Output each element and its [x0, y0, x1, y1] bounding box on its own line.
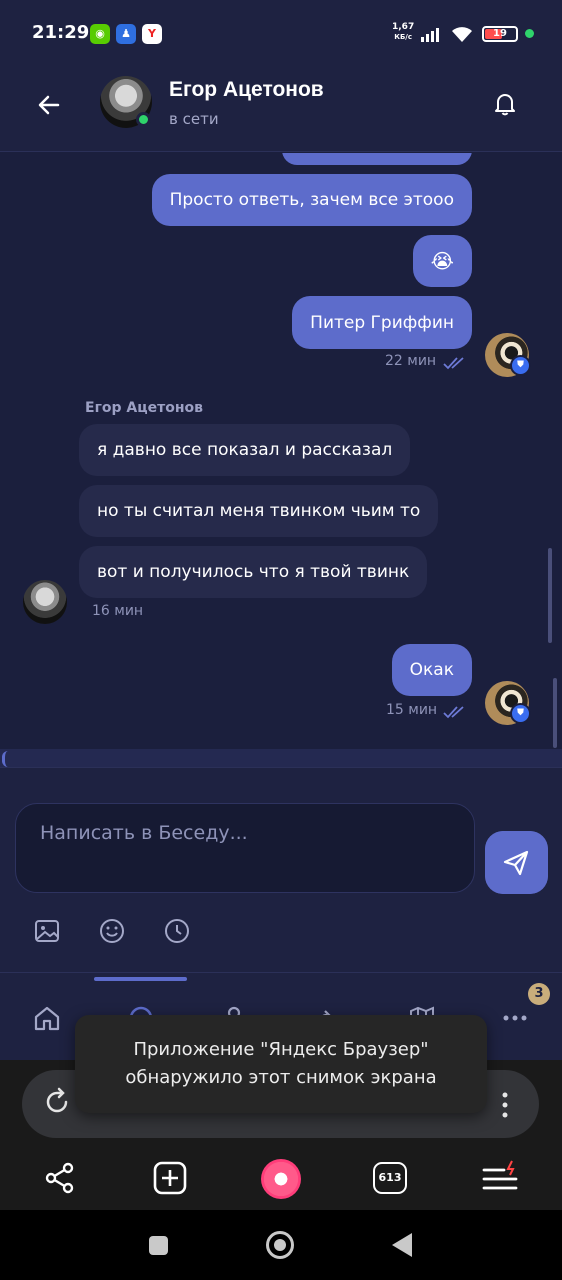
message-input[interactable] — [15, 803, 475, 893]
shield-icon: ⛊ — [510, 703, 531, 724]
message-bubble-outgoing[interactable]: 😭 — [412, 235, 472, 287]
more-vertical-icon[interactable] — [500, 1090, 510, 1120]
message-time: 16 мин — [92, 603, 144, 619]
recents-button[interactable] — [149, 1236, 168, 1255]
privacy-indicator-dot — [525, 29, 534, 38]
sender-name[interactable]: Егор Ацетонов — [85, 400, 203, 416]
wifi-icon — [452, 27, 472, 42]
read-checkmarks-icon — [443, 357, 464, 370]
message-bubble-incoming[interactable]: вот и получилось что я твой твинк — [79, 546, 428, 598]
message-bubble-outgoing[interactable]: Просто ответь, зачем все этооо — [151, 174, 472, 226]
toast-line-1: Приложение "Яндекс Браузер" — [133, 1039, 429, 1060]
message-bubble-outgoing[interactable] — [282, 153, 472, 165]
image-icon[interactable] — [33, 917, 61, 945]
message-bubble-outgoing[interactable]: Окак — [391, 644, 472, 696]
arrow-left-icon[interactable] — [34, 90, 64, 120]
system-nav-bar — [0, 1210, 562, 1280]
message-list[interactable]: Просто ответь, зачем все этооо 😭 Питер Г… — [0, 153, 562, 749]
read-checkmarks-icon — [443, 706, 464, 719]
alice-icon[interactable] — [261, 1159, 301, 1199]
speed-unit: КБ/с — [394, 33, 412, 41]
bell-icon[interactable] — [490, 88, 520, 118]
yandex-icon: Y — [142, 24, 162, 44]
signal-icon — [421, 28, 439, 42]
send-icon[interactable] — [485, 831, 548, 894]
home-button[interactable] — [266, 1231, 294, 1259]
more-icon[interactable] — [500, 1003, 530, 1033]
home-icon[interactable] — [32, 1003, 62, 1033]
message-bubble-outgoing[interactable]: Питер Гриффин — [292, 296, 472, 349]
lock-app-icon: ♟ — [116, 24, 136, 44]
battery-icon: 19 — [482, 26, 518, 42]
shield-icon: ⛊ — [510, 355, 531, 376]
clock-icon[interactable] — [163, 917, 191, 945]
online-indicator — [136, 112, 151, 127]
message-bubble-incoming[interactable]: я давно все показал и рассказал — [79, 424, 411, 476]
share-icon[interactable] — [42, 1160, 78, 1196]
message-composer — [0, 767, 562, 972]
screenshot-toast: Приложение "Яндекс Браузер" обнаружило э… — [75, 1015, 487, 1113]
scrollbar[interactable] — [553, 678, 557, 748]
message-bubble-incoming[interactable]: но ты считал меня твинком чьим то — [79, 485, 439, 537]
menu-icon[interactable] — [482, 1160, 518, 1196]
contact-name[interactable]: Егор Ацетонов — [169, 78, 324, 102]
notification-badge: 3 — [528, 983, 550, 1005]
contact-avatar-small[interactable] — [23, 580, 67, 624]
contact-status: в сети — [169, 110, 219, 128]
duolingo-icon: ◉ — [90, 24, 110, 44]
swipe-handle[interactable] — [2, 751, 8, 767]
scrollbar[interactable] — [548, 548, 552, 643]
back-button[interactable] — [392, 1233, 412, 1257]
clock: 21:29 — [32, 22, 90, 43]
divider — [0, 749, 562, 767]
network-speed: 1,67 КБ/с — [392, 22, 414, 42]
new-tab-icon[interactable] — [152, 1160, 188, 1196]
active-tab-indicator — [94, 977, 187, 981]
battery-percent: 19 — [493, 28, 507, 39]
tabs-icon[interactable]: 613 — [373, 1162, 407, 1194]
message-time: 22 мин — [385, 353, 437, 369]
speed-value: 1,67 — [392, 22, 415, 32]
toast-line-2: обнаружило этот снимок экрана — [125, 1067, 437, 1088]
reload-icon[interactable] — [42, 1087, 72, 1117]
status-bar: 21:29 ◉ ♟ Y 1,67 КБ/с 19 — [0, 0, 562, 60]
emoji-icon[interactable] — [98, 917, 126, 945]
chat-header: Егор Ацетонов в сети — [0, 60, 562, 152]
message-time: 15 мин — [386, 702, 438, 718]
